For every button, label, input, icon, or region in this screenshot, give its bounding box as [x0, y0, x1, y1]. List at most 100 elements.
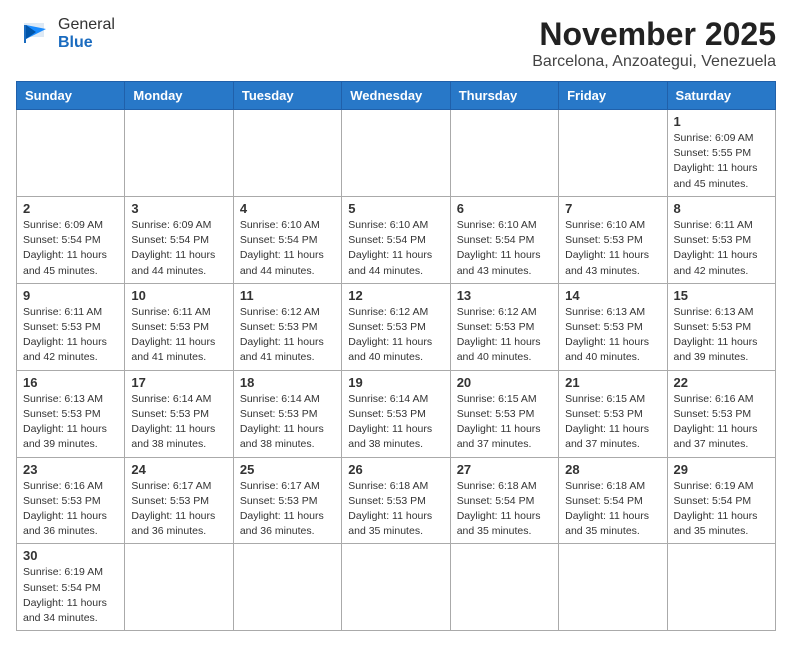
month-year-title: November 2025: [532, 16, 776, 53]
calendar-table: SundayMondayTuesdayWednesdayThursdayFrid…: [16, 81, 776, 631]
calendar-cell: 22 Sunrise: 6:16 AM Sunset: 5:53 PM Dayli…: [667, 370, 775, 457]
day-info: Sunrise: 6:17 AM Sunset: 5:53 PM Dayligh…: [240, 479, 335, 540]
calendar-cell: [342, 544, 450, 631]
day-info: Sunrise: 6:17 AM Sunset: 5:53 PM Dayligh…: [131, 479, 226, 540]
weekday-header: Sunday: [17, 82, 125, 110]
day-info: Sunrise: 6:11 AM Sunset: 5:53 PM Dayligh…: [674, 218, 769, 279]
calendar-cell: 12 Sunrise: 6:12 AM Sunset: 5:53 PM Dayli…: [342, 283, 450, 370]
calendar-cell: 14Sunrise: 6:13 AM Sunset: 5:53 PM Dayli…: [559, 283, 667, 370]
calendar-header-row: SundayMondayTuesdayWednesdayThursdayFrid…: [17, 82, 776, 110]
day-info: Sunrise: 6:10 AM Sunset: 5:53 PM Dayligh…: [565, 218, 660, 279]
day-info: Sunrise: 6:14 AM Sunset: 5:53 PM Dayligh…: [131, 392, 226, 453]
day-info: Sunrise: 6:19 AM Sunset: 5:54 PM Dayligh…: [23, 565, 118, 626]
day-number: 9: [23, 288, 118, 303]
day-info: Sunrise: 6:10 AM Sunset: 5:54 PM Dayligh…: [457, 218, 552, 279]
calendar-cell: [667, 544, 775, 631]
day-info: Sunrise: 6:14 AM Sunset: 5:53 PM Dayligh…: [240, 392, 335, 453]
logo-icon: [16, 19, 52, 49]
day-number: 10: [131, 288, 226, 303]
day-number: 15: [674, 288, 769, 303]
day-info: Sunrise: 6:09 AM Sunset: 5:54 PM Dayligh…: [131, 218, 226, 279]
day-number: 13: [457, 288, 552, 303]
day-info: Sunrise: 6:10 AM Sunset: 5:54 PM Dayligh…: [240, 218, 335, 279]
calendar-cell: 6 Sunrise: 6:10 AM Sunset: 5:54 PM Daylig…: [450, 196, 558, 283]
weekday-header: Saturday: [667, 82, 775, 110]
calendar-cell: 3 Sunrise: 6:09 AM Sunset: 5:54 PM Daylig…: [125, 196, 233, 283]
day-info: Sunrise: 6:13 AM Sunset: 5:53 PM Dayligh…: [565, 305, 660, 366]
day-number: 19: [348, 375, 443, 390]
calendar-cell: [450, 110, 558, 197]
calendar-cell: 9 Sunrise: 6:11 AM Sunset: 5:53 PM Daylig…: [17, 283, 125, 370]
calendar-cell: [450, 544, 558, 631]
day-number: 22: [674, 375, 769, 390]
logo: General Blue: [16, 16, 115, 51]
calendar-cell: 13Sunrise: 6:12 AM Sunset: 5:53 PM Dayli…: [450, 283, 558, 370]
weekday-header: Friday: [559, 82, 667, 110]
calendar-cell: 26Sunrise: 6:18 AM Sunset: 5:53 PM Dayli…: [342, 457, 450, 544]
calendar-week-row: 1Sunrise: 6:09 AM Sunset: 5:55 PM Daylig…: [17, 110, 776, 197]
day-number: 11: [240, 288, 335, 303]
calendar-cell: 16Sunrise: 6:13 AM Sunset: 5:53 PM Dayli…: [17, 370, 125, 457]
location-subtitle: Barcelona, Anzoategui, Venezuela: [532, 53, 776, 71]
day-info: Sunrise: 6:11 AM Sunset: 5:53 PM Dayligh…: [131, 305, 226, 366]
calendar-cell: 19Sunrise: 6:14 AM Sunset: 5:53 PM Dayli…: [342, 370, 450, 457]
day-number: 7: [565, 201, 660, 216]
day-info: Sunrise: 6:18 AM Sunset: 5:54 PM Dayligh…: [457, 479, 552, 540]
day-number: 24: [131, 462, 226, 477]
day-info: Sunrise: 6:15 AM Sunset: 5:53 PM Dayligh…: [457, 392, 552, 453]
day-info: Sunrise: 6:15 AM Sunset: 5:53 PM Dayligh…: [565, 392, 660, 453]
calendar-cell: 15 Sunrise: 6:13 AM Sunset: 5:53 PM Dayli…: [667, 283, 775, 370]
day-info: Sunrise: 6:09 AM Sunset: 5:54 PM Dayligh…: [23, 218, 118, 279]
calendar-week-row: 9 Sunrise: 6:11 AM Sunset: 5:53 PM Daylig…: [17, 283, 776, 370]
day-number: 30: [23, 548, 118, 563]
calendar-cell: 24 Sunrise: 6:17 AM Sunset: 5:53 PM Dayli…: [125, 457, 233, 544]
day-info: Sunrise: 6:13 AM Sunset: 5:53 PM Dayligh…: [674, 305, 769, 366]
day-number: 23: [23, 462, 118, 477]
day-number: 1: [674, 114, 769, 129]
calendar-cell: [342, 110, 450, 197]
day-number: 3: [131, 201, 226, 216]
day-number: 16: [23, 375, 118, 390]
day-number: 26: [348, 462, 443, 477]
calendar-cell: 30 Sunrise: 6:19 AM Sunset: 5:54 PM Dayli…: [17, 544, 125, 631]
day-number: 6: [457, 201, 552, 216]
day-number: 25: [240, 462, 335, 477]
calendar-week-row: 16Sunrise: 6:13 AM Sunset: 5:53 PM Dayli…: [17, 370, 776, 457]
calendar-cell: 7 Sunrise: 6:10 AM Sunset: 5:53 PM Daylig…: [559, 196, 667, 283]
day-info: Sunrise: 6:16 AM Sunset: 5:53 PM Dayligh…: [674, 392, 769, 453]
calendar-cell: 17 Sunrise: 6:14 AM Sunset: 5:53 PM Dayli…: [125, 370, 233, 457]
calendar-cell: 11 Sunrise: 6:12 AM Sunset: 5:53 PM Dayli…: [233, 283, 341, 370]
calendar-cell: [559, 544, 667, 631]
day-number: 17: [131, 375, 226, 390]
calendar-cell: [233, 544, 341, 631]
calendar-cell: [125, 544, 233, 631]
calendar-cell: 23Sunrise: 6:16 AM Sunset: 5:53 PM Dayli…: [17, 457, 125, 544]
day-number: 28: [565, 462, 660, 477]
day-info: Sunrise: 6:12 AM Sunset: 5:53 PM Dayligh…: [348, 305, 443, 366]
weekday-header: Tuesday: [233, 82, 341, 110]
calendar-week-row: 2 Sunrise: 6:09 AM Sunset: 5:54 PM Daylig…: [17, 196, 776, 283]
calendar-cell: 2 Sunrise: 6:09 AM Sunset: 5:54 PM Daylig…: [17, 196, 125, 283]
day-number: 2: [23, 201, 118, 216]
day-info: Sunrise: 6:18 AM Sunset: 5:54 PM Dayligh…: [565, 479, 660, 540]
calendar-week-row: 23Sunrise: 6:16 AM Sunset: 5:53 PM Dayli…: [17, 457, 776, 544]
day-number: 29: [674, 462, 769, 477]
weekday-header: Thursday: [450, 82, 558, 110]
calendar-cell: 20Sunrise: 6:15 AM Sunset: 5:53 PM Dayli…: [450, 370, 558, 457]
calendar-cell: 28 Sunrise: 6:18 AM Sunset: 5:54 PM Dayli…: [559, 457, 667, 544]
day-number: 18: [240, 375, 335, 390]
weekday-header: Monday: [125, 82, 233, 110]
calendar-cell: 29 Sunrise: 6:19 AM Sunset: 5:54 PM Dayli…: [667, 457, 775, 544]
day-number: 12: [348, 288, 443, 303]
calendar-cell: [125, 110, 233, 197]
day-info: Sunrise: 6:12 AM Sunset: 5:53 PM Dayligh…: [240, 305, 335, 366]
day-info: Sunrise: 6:11 AM Sunset: 5:53 PM Dayligh…: [23, 305, 118, 366]
calendar-cell: 5Sunrise: 6:10 AM Sunset: 5:54 PM Daylig…: [342, 196, 450, 283]
day-info: Sunrise: 6:19 AM Sunset: 5:54 PM Dayligh…: [674, 479, 769, 540]
weekday-header: Wednesday: [342, 82, 450, 110]
day-number: 4: [240, 201, 335, 216]
calendar-cell: 18 Sunrise: 6:14 AM Sunset: 5:53 PM Dayli…: [233, 370, 341, 457]
logo-text: General Blue: [58, 16, 115, 51]
calendar-cell: 25 Sunrise: 6:17 AM Sunset: 5:53 PM Dayli…: [233, 457, 341, 544]
day-info: Sunrise: 6:10 AM Sunset: 5:54 PM Dayligh…: [348, 218, 443, 279]
